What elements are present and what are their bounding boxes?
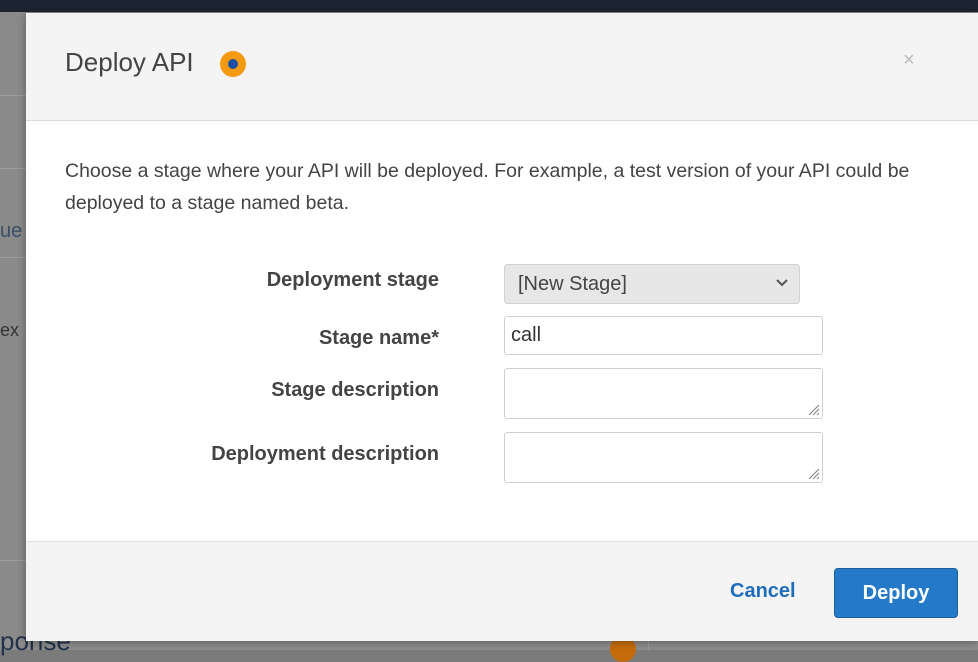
background-divider	[648, 640, 649, 650]
deployment-stage-label: Deployment stage	[266, 269, 439, 291]
close-icon[interactable]: ×	[903, 49, 915, 72]
info-icon[interactable]	[220, 51, 246, 77]
stage-description-label: Stage description	[271, 379, 439, 401]
background-text-fragment: ex	[0, 320, 20, 340]
background-link-fragment: ue	[0, 220, 23, 242]
cancel-button[interactable]: Cancel	[730, 580, 796, 603]
stage-name-input[interactable]	[504, 316, 823, 355]
resize-grip-icon[interactable]	[806, 402, 820, 416]
app-top-bar	[0, 0, 978, 12]
deployment-description-textarea[interactable]	[504, 432, 823, 483]
modal-header: Deploy API ×	[26, 13, 978, 121]
background-divider	[0, 95, 26, 96]
deployment-description-label: Deployment description	[211, 443, 439, 465]
chevron-down-icon	[775, 273, 789, 294]
background-divider	[0, 560, 26, 561]
modal-title: Deploy API	[65, 47, 194, 77]
modal-footer: Cancel Deploy	[26, 541, 978, 641]
background-divider	[0, 168, 26, 169]
deploy-api-modal: Deploy API × Choose a stage where your A…	[26, 13, 978, 641]
app-bottom-area	[0, 640, 978, 650]
modal-description: Choose a stage where your API will be de…	[65, 160, 910, 214]
background-divider	[0, 257, 26, 258]
resize-grip-icon[interactable]	[806, 466, 820, 480]
deployment-stage-select[interactable]: [New Stage]	[504, 264, 800, 304]
deployment-stage-value: [New Stage]	[518, 273, 627, 295]
stage-description-textarea[interactable]	[504, 368, 823, 419]
stage-name-label: Stage name*	[318, 327, 439, 349]
deploy-button[interactable]: Deploy	[834, 568, 958, 618]
